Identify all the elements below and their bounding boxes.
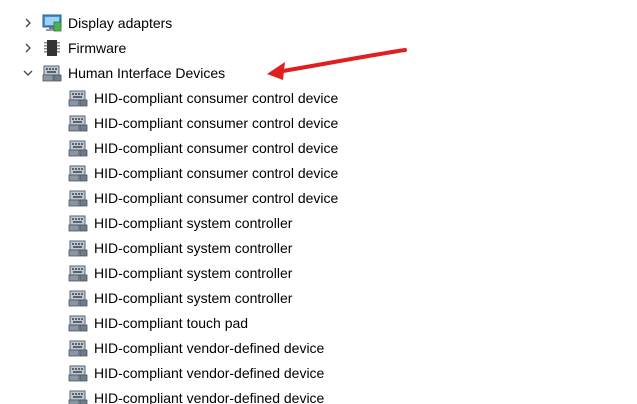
hid-device-label: HID-compliant consumer control device <box>94 89 339 106</box>
hid-device-label: HID-compliant system controller <box>94 239 293 256</box>
hid-device-label: HID-compliant vendor-defined device <box>94 339 325 356</box>
tree-item-display-adapters[interactable]: Display adapters <box>20 10 172 35</box>
hid-device-icon <box>68 339 88 357</box>
hid-device-item[interactable]: HID-compliant vendor-defined device <box>68 385 324 404</box>
hid-keyboard-icon <box>42 64 62 82</box>
hid-device-icon <box>68 264 88 282</box>
chevron-down-icon[interactable] <box>20 65 36 81</box>
hid-device-label: HID-compliant system controller <box>94 289 293 306</box>
firmware-chip-icon <box>42 39 62 57</box>
hid-device-label: HID-compliant touch pad <box>94 314 249 331</box>
hid-device-icon <box>68 214 88 232</box>
hid-device-item[interactable]: HID-compliant system controller <box>68 285 292 310</box>
hid-device-icon <box>68 189 88 207</box>
hid-device-item[interactable]: HID-compliant system controller <box>68 235 292 260</box>
hid-device-icon <box>68 139 88 157</box>
hid-device-item[interactable]: HID-compliant consumer control device <box>68 185 338 210</box>
hid-device-icon <box>68 289 88 307</box>
hid-device-icon <box>68 364 88 382</box>
tree-item-firmware[interactable]: Firmware <box>20 35 126 60</box>
hid-device-item[interactable]: HID-compliant vendor-defined device <box>68 335 324 360</box>
hid-device-icon <box>68 239 88 257</box>
tree-item-human-interface-devices[interactable]: Human Interface Devices <box>20 60 225 85</box>
hid-device-item[interactable]: HID-compliant consumer control device <box>68 160 338 185</box>
hid-device-label: HID-compliant consumer control device <box>94 189 339 206</box>
display-adapter-icon <box>42 14 62 32</box>
hid-device-label: HID-compliant consumer control device <box>94 164 339 181</box>
hid-device-item[interactable]: HID-compliant consumer control device <box>68 85 338 110</box>
tree-item-label: Display adapters <box>68 14 173 31</box>
tree-item-label: Firmware <box>68 39 127 56</box>
annotation-arrow-icon <box>267 48 407 80</box>
device-manager-tree: Display adapters Firmware Human Interfac… <box>0 0 637 404</box>
hid-device-label: HID-compliant vendor-defined device <box>94 364 325 381</box>
hid-device-label: HID-compliant system controller <box>94 214 293 231</box>
hid-device-icon <box>68 389 88 404</box>
hid-device-item[interactable]: HID-compliant system controller <box>68 260 292 285</box>
hid-device-label: HID-compliant consumer control device <box>94 139 339 156</box>
hid-device-item[interactable]: HID-compliant consumer control device <box>68 135 338 160</box>
hid-device-icon <box>68 314 88 332</box>
hid-device-label: HID-compliant vendor-defined device <box>94 389 325 404</box>
hid-device-item[interactable]: HID-compliant system controller <box>68 210 292 235</box>
hid-device-item[interactable]: HID-compliant vendor-defined device <box>68 360 324 385</box>
hid-device-icon <box>68 89 88 107</box>
hid-device-item[interactable]: HID-compliant consumer control device <box>68 110 338 135</box>
hid-device-label: HID-compliant system controller <box>94 264 293 281</box>
hid-device-icon <box>68 114 88 132</box>
chevron-right-icon[interactable] <box>20 40 36 56</box>
hid-device-label: HID-compliant consumer control device <box>94 114 339 131</box>
chevron-right-icon[interactable] <box>20 15 36 31</box>
hid-device-icon <box>68 164 88 182</box>
hid-device-item[interactable]: HID-compliant touch pad <box>68 310 248 335</box>
tree-item-label: Human Interface Devices <box>68 64 226 81</box>
